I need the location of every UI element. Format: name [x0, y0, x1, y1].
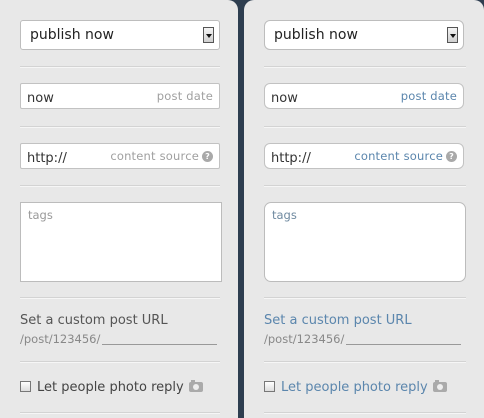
content-source-value: http:// [27, 151, 67, 166]
custom-url-link[interactable]: Set a custom post URL [20, 313, 168, 328]
divider [20, 297, 220, 298]
custom-url-prefix: /post/123456/ [20, 332, 101, 346]
content-source-hint: content source [354, 149, 443, 163]
custom-url-link[interactable]: Set a custom post URL [264, 313, 412, 328]
photo-reply-label[interactable]: Let people photo reply [281, 380, 428, 395]
photo-reply-checkbox[interactable] [264, 381, 275, 392]
post-date-hint: post date [400, 89, 457, 103]
post-date-hint: post date [156, 89, 213, 103]
custom-url-underline[interactable] [102, 344, 217, 345]
publish-select-value: publish now [30, 27, 114, 43]
custom-url-row: /post/123456/ [264, 332, 462, 346]
content-source-hint-wrap: content source? [354, 149, 457, 163]
post-date-value: now [27, 91, 54, 106]
tags-placeholder: tags [28, 208, 53, 222]
content-source-field[interactable]: http:// content source? [264, 143, 464, 169]
divider [264, 361, 466, 362]
content-source-hint-wrap: content source? [110, 149, 213, 163]
help-icon[interactable]: ? [202, 151, 213, 162]
divider [20, 66, 220, 67]
divider [20, 126, 220, 127]
divider [264, 412, 466, 413]
custom-url-prefix: /post/123456/ [264, 332, 345, 346]
divider [20, 185, 220, 186]
camera-icon [188, 380, 203, 392]
publish-select-value: publish now [274, 27, 358, 43]
dropdown-arrow-icon[interactable] [447, 27, 458, 43]
post-date-field[interactable]: now post date [20, 83, 220, 109]
custom-url-underline[interactable] [346, 344, 461, 345]
tags-textarea[interactable]: tags [20, 202, 222, 282]
divider [20, 361, 220, 362]
camera-icon [432, 380, 447, 392]
dropdown-arrow-icon[interactable] [203, 27, 214, 43]
content-source-field[interactable]: http:// content source? [20, 143, 220, 169]
tags-placeholder: tags [272, 208, 297, 222]
divider [264, 185, 466, 186]
divider [20, 412, 220, 413]
tags-textarea[interactable]: tags [264, 202, 466, 282]
photo-reply-checkbox[interactable] [20, 381, 31, 392]
content-source-value: http:// [271, 151, 311, 166]
divider [264, 126, 466, 127]
publish-select[interactable]: publish now [20, 20, 220, 50]
post-options-panel-left: publish now now post date http:// conten… [0, 0, 238, 418]
divider [264, 297, 466, 298]
photo-reply-option: Let people photo reply [20, 380, 203, 395]
post-options-panel-right: publish now now post date http:// conten… [244, 0, 484, 418]
photo-reply-option: Let people photo reply [264, 380, 447, 395]
divider [264, 66, 466, 67]
photo-reply-label[interactable]: Let people photo reply [37, 380, 184, 395]
post-date-value: now [271, 91, 298, 106]
post-date-field[interactable]: now post date [264, 83, 464, 109]
help-icon[interactable]: ? [446, 151, 457, 162]
publish-select[interactable]: publish now [264, 20, 464, 50]
custom-url-row: /post/123456/ [20, 332, 218, 346]
content-source-hint: content source [110, 149, 199, 163]
